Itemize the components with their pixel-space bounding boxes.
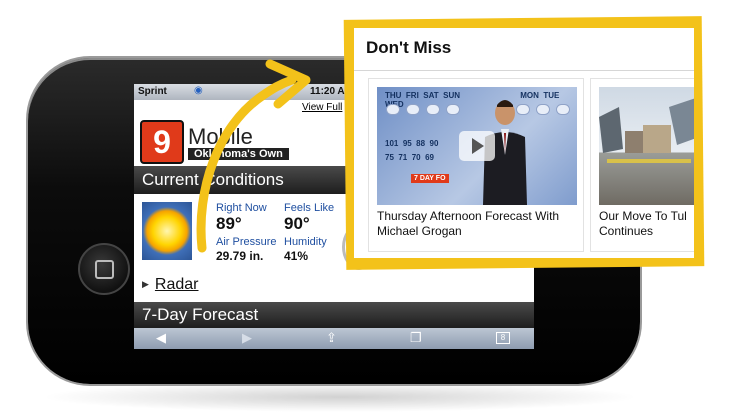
story-card[interactable]: Our Move To Tul Continues: [590, 78, 694, 252]
forecast-banner: 7 DAY FO: [411, 174, 449, 183]
divider: [354, 70, 694, 71]
forecast-highs: 101 95 88 90: [385, 139, 439, 148]
story-card[interactable]: THU FRI SAT SUN MON TUE WED 101 95 88 90: [368, 78, 584, 252]
dont-miss-panel: Don't Miss THU FRI SAT SUN MON TUE WED 1…: [354, 28, 694, 258]
cloud-icon: [387, 105, 399, 114]
building-icon: [599, 98, 694, 163]
dont-miss-title: Don't Miss: [366, 38, 452, 57]
story-thumbnail[interactable]: [599, 87, 694, 205]
cloud-icon: [557, 105, 569, 114]
video-thumbnail[interactable]: THU FRI SAT SUN MON TUE WED 101 95 88 90: [377, 87, 577, 205]
story-caption[interactable]: Our Move To Tul Continues: [599, 209, 687, 239]
cloud-icon: [427, 105, 439, 114]
forecast-lows: 75 71 70 69: [385, 153, 434, 162]
play-button-icon[interactable]: [459, 131, 495, 161]
cloud-icon: [447, 105, 459, 114]
cloud-icon: [407, 105, 419, 114]
story-caption[interactable]: Thursday Afternoon Forecast With Michael…: [377, 209, 559, 239]
cloud-icon: [537, 105, 549, 114]
